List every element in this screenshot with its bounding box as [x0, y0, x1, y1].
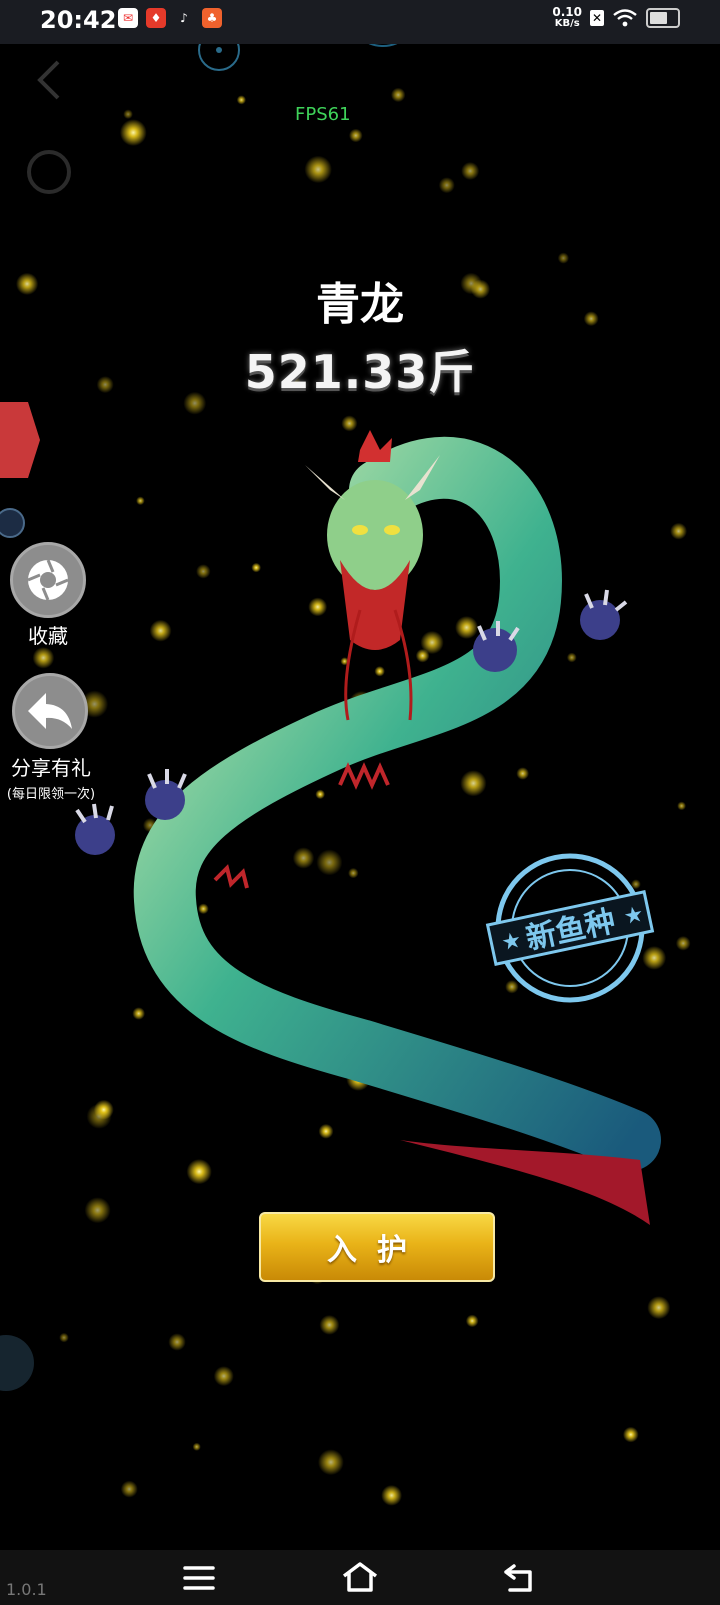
firefly-particle: [168, 1333, 186, 1351]
version-label: 1.0.1: [6, 1580, 47, 1599]
firefly-particle: [308, 597, 328, 617]
firefly-particle: [670, 522, 687, 540]
network-speed: 0.10 KB/s: [552, 5, 582, 29]
firefly-particle: [123, 109, 133, 119]
firefly-particle: [341, 415, 358, 432]
firefly-particle: [198, 903, 209, 915]
firefly-particle: [566, 652, 577, 663]
firefly-particle: [304, 155, 332, 184]
menu-icon[interactable]: [182, 1564, 216, 1592]
firefly-particle: [192, 1442, 201, 1451]
firefly-particle: [93, 1099, 114, 1120]
firefly-particle: [420, 630, 444, 655]
firefly-particle: [319, 1315, 340, 1335]
status-bar: 20:42 ✉ ♦ ♪ ♣ 0.10 KB/s ✕: [0, 0, 720, 44]
share-sublabel: (每日限领一次): [6, 787, 96, 802]
firefly-particle: [642, 946, 667, 970]
dragon-qinglong: [75, 430, 661, 1225]
firefly-particle: [438, 177, 455, 194]
share-arrow-icon: [28, 693, 72, 729]
status-app-icons: ✉ ♦ ♪ ♣: [118, 8, 222, 28]
share-button[interactable]: [12, 673, 88, 749]
firefly-particle: [132, 1007, 145, 1020]
fish-name: 青龙: [316, 279, 404, 330]
shopping-app-icon: ♦: [146, 8, 166, 28]
status-time: 20:42: [40, 6, 117, 34]
firefly-particle: [59, 1332, 69, 1343]
event-badge-icon[interactable]: [0, 402, 40, 478]
firefly-particle: [213, 1366, 234, 1387]
firefly-particle: [120, 1480, 138, 1498]
firefly-particle: [119, 119, 147, 146]
firefly-particle: [623, 1426, 639, 1443]
system-nav-bar: [0, 1550, 720, 1605]
battery-icon: [646, 8, 680, 28]
firefly-particle: [84, 1197, 111, 1224]
firefly-particle: [348, 867, 359, 879]
firefly-particle: [460, 770, 487, 797]
firefly-particle: [316, 849, 343, 876]
game-scene: ★ ★: [0, 0, 691, 1506]
share-label: 分享有礼: [11, 756, 91, 780]
firefly-particle: [374, 666, 385, 677]
fish-weight: 521.33斤: [244, 345, 476, 399]
firefly-particle: [315, 789, 326, 800]
firefly-particle: [349, 128, 363, 143]
firefly-particle: [516, 767, 529, 780]
back-icon[interactable]: [37, 60, 60, 100]
collect-button[interactable]: [10, 542, 86, 618]
fps-counter: FPS61: [295, 104, 351, 125]
firefly-particle: [292, 847, 315, 869]
message-icon: ✉: [118, 8, 138, 28]
game-app-icon: ♣: [202, 8, 222, 28]
firefly-particle: [675, 936, 691, 951]
aperture-icon: [27, 559, 69, 601]
firefly-particle: [318, 1449, 344, 1476]
firefly-particle: [149, 619, 172, 642]
firefly-particle: [391, 87, 406, 103]
back-nav-icon[interactable]: [502, 1562, 538, 1594]
collect-label: 收藏: [28, 624, 68, 648]
firefly-particle: [318, 1123, 334, 1139]
firefly-particle: [236, 95, 246, 105]
firefly-particle: [455, 616, 479, 639]
firefly-particle: [677, 801, 686, 811]
wifi-icon: [613, 9, 637, 27]
firefly-particle: [251, 562, 261, 573]
tiktok-icon: ♪: [180, 11, 188, 25]
sim-off-icon: ✕: [590, 10, 604, 26]
firefly-particle: [647, 1296, 671, 1320]
map-partial-icon[interactable]: [0, 1335, 34, 1391]
home-icon[interactable]: [340, 1560, 380, 1594]
status-right: 0.10 KB/s ✕: [552, 6, 680, 30]
firefly-particle: [136, 496, 145, 506]
firefly-particle: [32, 647, 55, 669]
confirm-button[interactable]: 入护: [259, 1212, 495, 1282]
firefly-particle: [505, 980, 519, 994]
refresh-icon[interactable]: [27, 150, 71, 194]
firefly-particle: [465, 1314, 479, 1328]
firefly-particle: [186, 1159, 212, 1185]
firefly-particle: [381, 1485, 402, 1506]
firefly-particle: [557, 252, 570, 264]
firefly-particle: [196, 564, 211, 579]
firefly-particle: [461, 162, 480, 180]
